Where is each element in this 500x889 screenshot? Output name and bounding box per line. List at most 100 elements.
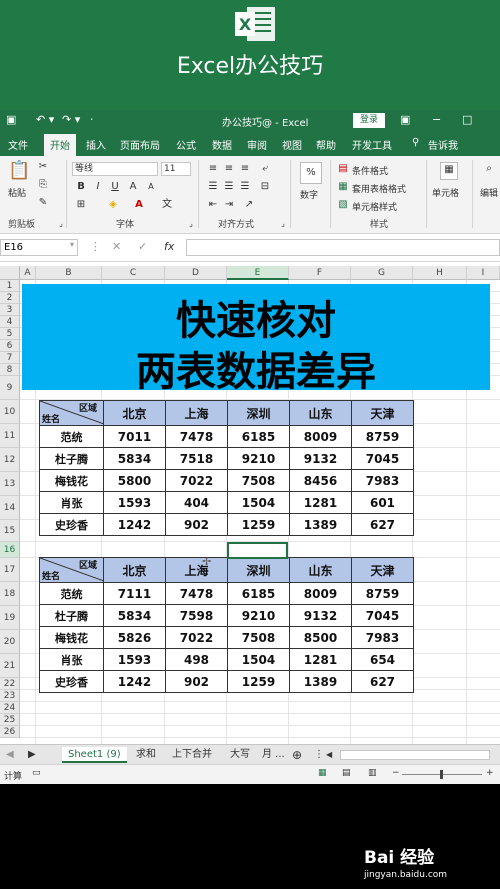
value-cell[interactable]: 1259 (227, 513, 290, 536)
value-cell[interactable]: 7508 (227, 626, 290, 649)
row-header-14[interactable]: 14 (0, 496, 20, 520)
value-cell[interactable]: 6185 (227, 425, 290, 448)
selected-cell[interactable] (227, 542, 288, 559)
row-header-24[interactable]: 24 (0, 702, 20, 714)
font-launcher-icon[interactable]: ⌟ (184, 217, 198, 231)
select-all-corner[interactable] (0, 266, 20, 280)
more-icon[interactable]: ⋮ (90, 240, 101, 253)
name-cell[interactable]: 肖张 (39, 491, 104, 514)
add-sheet-icon[interactable]: ⊕ (292, 747, 302, 763)
row-header-19[interactable]: 19 (0, 606, 20, 630)
next-sheet-icon[interactable]: ▶ (28, 747, 36, 763)
zoom-in-button[interactable]: + (486, 768, 494, 778)
hscroll-left-icon[interactable]: ◀ (326, 747, 332, 763)
value-cell[interactable]: 902 (165, 513, 228, 536)
percent-icon[interactable]: % (300, 162, 322, 184)
column-header-b[interactable]: B (36, 266, 102, 280)
value-cell[interactable]: 9210 (227, 604, 290, 627)
align-bottom-icon[interactable]: ≡ (238, 162, 252, 176)
row-header-3[interactable]: 3 (0, 304, 20, 316)
row-header-25[interactable]: 25 (0, 714, 20, 726)
column-header-h[interactable]: H (413, 266, 467, 280)
indent-increase-icon[interactable]: ⇥ (222, 198, 236, 212)
tab-help[interactable]: 帮助 (316, 137, 336, 152)
cut-icon[interactable]: ✂ (36, 160, 50, 174)
conditional-format-icon[interactable]: ▤ (336, 162, 350, 176)
value-cell[interactable]: 404 (165, 491, 228, 514)
value-cell[interactable]: 5826 (103, 626, 166, 649)
font-grow-icon[interactable]: A (126, 180, 140, 194)
name-cell[interactable]: 梅钱花 (39, 626, 104, 649)
formula-input[interactable] (186, 239, 500, 256)
value-cell[interactable]: 1259 (227, 670, 290, 693)
value-cell[interactable]: 7508 (227, 469, 290, 492)
page-break-view-icon[interactable]: ▥ (368, 768, 377, 778)
row-header-16[interactable]: 16 (0, 542, 20, 558)
table-corner-cell[interactable]: 区域 姓名 (39, 400, 104, 426)
name-box[interactable]: E16 (0, 239, 78, 256)
font-name-select[interactable]: 等线 (72, 162, 158, 176)
column-header-a[interactable]: A (20, 266, 36, 280)
page-layout-view-icon[interactable]: ▤ (342, 768, 351, 778)
tab-review[interactable]: 审阅 (247, 137, 267, 152)
name-cell[interactable]: 史珍香 (39, 670, 104, 693)
column-header-cell[interactable]: 上海 (165, 557, 228, 583)
value-cell[interactable]: 7111 (103, 582, 166, 605)
column-header-cell[interactable]: 北京 (103, 400, 166, 426)
prev-sheet-icon[interactable]: ◀ (6, 747, 14, 763)
value-cell[interactable]: 1593 (103, 491, 166, 514)
bold-button[interactable]: B (74, 180, 88, 194)
alignment-launcher-icon[interactable]: ⌟ (276, 217, 290, 231)
row-header-4[interactable]: 4 (0, 316, 20, 328)
row-header-1[interactable]: 1 (0, 280, 20, 292)
row-header-18[interactable]: 18 (0, 582, 20, 606)
value-cell[interactable]: 5834 (103, 447, 166, 470)
tab-file[interactable]: 文件 (8, 137, 28, 152)
wrap-text-icon[interactable]: ⤶ (258, 162, 272, 176)
tab-developer[interactable]: 开发工具 (352, 137, 392, 152)
cells-button[interactable]: 单元格 (432, 186, 459, 199)
login-button[interactable]: 登录 (353, 113, 385, 128)
column-header-cell[interactable]: 山东 (289, 400, 352, 426)
ribbon-display-icon[interactable]: ▣ (400, 113, 410, 126)
value-cell[interactable]: 627 (351, 670, 414, 693)
table-format-button[interactable]: 套用表格格式 (352, 182, 406, 195)
column-header-cell[interactable]: 北京 (103, 557, 166, 583)
value-cell[interactable]: 7518 (165, 447, 228, 470)
row-header-11[interactable]: 11 (0, 424, 20, 448)
name-cell[interactable]: 肖张 (39, 648, 104, 671)
value-cell[interactable]: 498 (165, 648, 228, 671)
value-cell[interactable]: 1281 (289, 648, 352, 671)
value-cell[interactable]: 5834 (103, 604, 166, 627)
enter-icon[interactable]: ✓ (138, 240, 147, 253)
paste-icon[interactable]: 📋 (8, 160, 30, 182)
value-cell[interactable]: 8500 (289, 626, 352, 649)
cell-style-icon[interactable]: ▧ (336, 198, 350, 212)
cells-icon[interactable]: ▦ (440, 162, 458, 180)
font-color-icon[interactable]: A (132, 198, 146, 212)
tab-formulas[interactable]: 公式 (176, 137, 196, 152)
tab-view[interactable]: 视图 (282, 137, 302, 152)
row-header-15[interactable]: 15 (0, 520, 20, 542)
column-header-cell[interactable]: 上海 (165, 400, 228, 426)
value-cell[interactable]: 9210 (227, 447, 290, 470)
value-cell[interactable]: 654 (351, 648, 414, 671)
column-header-e[interactable]: E (227, 266, 289, 280)
align-center-icon[interactable]: ☰ (222, 180, 236, 194)
value-cell[interactable]: 7478 (165, 425, 228, 448)
tabs-more-icon[interactable]: ⋮ (314, 747, 324, 763)
tab-page-layout[interactable]: 页面布局 (120, 137, 160, 152)
value-cell[interactable]: 1504 (227, 648, 290, 671)
value-cell[interactable]: 902 (165, 670, 228, 693)
row-header-5[interactable]: 5 (0, 328, 20, 340)
row-header-7[interactable]: 7 (0, 352, 20, 364)
indent-decrease-icon[interactable]: ⇤ (206, 198, 220, 212)
tab-home[interactable]: 开始 (44, 134, 76, 156)
tell-me-box[interactable]: 告诉我 (428, 137, 458, 152)
border-icon[interactable]: ⊞ (74, 198, 88, 212)
row-header-2[interactable]: 2 (0, 292, 20, 304)
value-cell[interactable]: 8759 (351, 425, 414, 448)
column-header-cell[interactable]: 天津 (351, 400, 414, 426)
align-middle-icon[interactable]: ≡ (222, 162, 236, 176)
name-cell[interactable]: 范统 (39, 425, 104, 448)
